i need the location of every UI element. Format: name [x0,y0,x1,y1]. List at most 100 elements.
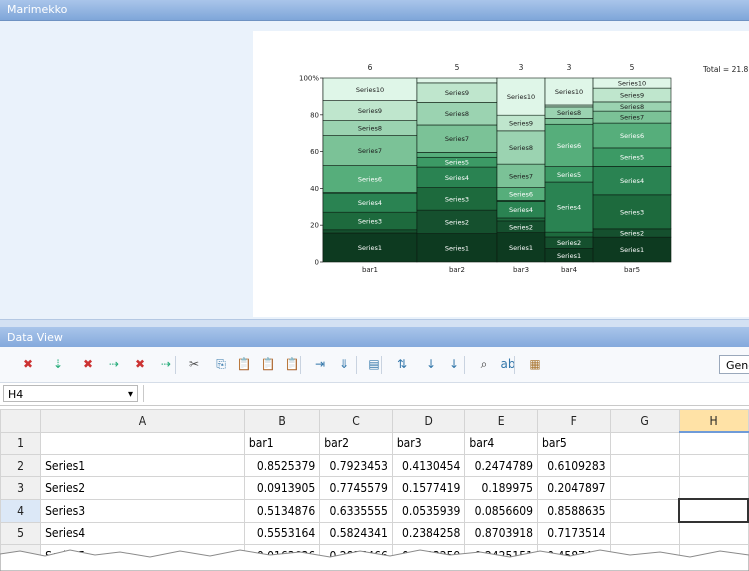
paste-icon[interactable]: 📋 [236,356,252,372]
grid-cell[interactable] [40,431,245,455]
grid-cell[interactable]: 0.5553164 [243,521,321,545]
grid-cell[interactable]: bar4 [464,431,538,455]
delete-cells-icon[interactable]: ✖ [132,356,148,372]
marimekko-segment[interactable] [544,118,594,125]
grid-cell[interactable]: 0.7923453 [319,454,393,477]
grid-cell[interactable]: 0.6335555 [319,498,393,523]
grid-cell[interactable] [678,431,749,455]
paste-values-icon[interactable]: 📋 [284,356,300,372]
grid-cell[interactable]: Series1 [40,454,245,477]
grid-cell[interactable]: 0.2047897 [536,476,611,500]
grid-cell[interactable]: 0.2474789 [464,454,538,477]
row-header[interactable]: 3 [0,476,42,500]
row-header[interactable]: 5 [0,521,42,545]
segment-label: Series10 [618,80,646,88]
grid-cell[interactable]: 0.0913905 [243,476,321,500]
grid-cell[interactable]: 0.8525379 [243,454,321,477]
grid-cell[interactable]: 0.8703918 [464,521,538,545]
grid-cell[interactable] [609,476,680,500]
marimekko-segment[interactable] [322,229,418,234]
grid-cell[interactable] [678,454,749,477]
bar-count-label: 3 [519,63,524,72]
grid-cell[interactable]: 0.7745579 [319,476,393,500]
paste-special-icon[interactable]: 📋 [260,356,276,372]
column-header-D[interactable]: D [391,409,466,433]
import-icon[interactable]: ⇥ [312,356,328,372]
segment-label: Series8 [557,109,581,117]
grid-cell[interactable]: 0.0856609 [464,498,538,523]
insert-cells-icon[interactable]: ⇢ [158,356,174,372]
copy-icon[interactable]: ⎘ [213,356,229,372]
grid-cell[interactable] [678,476,749,500]
grid-cell[interactable]: bar1 [243,431,321,455]
marimekko-segment[interactable] [544,231,594,238]
grid-cell[interactable]: 0.6109283 [536,454,611,477]
grid-cell[interactable] [609,521,680,545]
insert-columns-icon[interactable]: ⇢ [106,356,122,372]
grid-cell[interactable] [609,454,680,477]
grid-cell[interactable] [609,498,680,523]
segment-label: Series1 [509,244,533,252]
bar-count-label: 3 [567,63,572,72]
delete-rows-icon[interactable]: ✖ [20,356,36,372]
grid-cell[interactable]: 0.189975 [464,476,538,500]
grid-cell[interactable]: 0.1577419 [391,476,466,500]
find-icon[interactable]: ⌕ [476,356,492,372]
segment-label: Series5 [445,159,469,167]
column-header-B[interactable]: B [243,409,321,433]
data-grid: A B C D E F G H 1 bar1 bar2 bar3 bar4 bar5 2 Series1 0.8… [0,409,749,571]
bar-count-label: 6 [368,63,373,72]
grid-cell[interactable]: bar5 [536,431,611,455]
grid-cell[interactable]: bar2 [319,431,393,455]
chart-canvas: 0 20 40 60 80 100% Series1 Series3 Series4 Series… [253,31,749,317]
column-header-C[interactable]: C [319,409,393,433]
export-icon[interactable]: ⇓ [336,356,352,372]
segment-label: Series8 [445,110,469,118]
column-header-A[interactable]: A [40,409,245,433]
sort-descending-icon[interactable]: ↓ [446,356,462,372]
segment-label: Series8 [358,125,382,133]
grid-cell[interactable]: 0.7173514 [536,521,611,545]
transpose-icon[interactable]: ⇅ [394,356,410,372]
grid-cell[interactable] [678,521,749,545]
grid-cell[interactable]: Series4 [40,521,245,545]
grid-cell[interactable]: bar3 [391,431,466,455]
grid-cell[interactable]: 0.5134876 [243,498,321,523]
marimekko-segment[interactable] [416,77,498,84]
grid-cell[interactable] [678,498,749,523]
insert-rows-icon[interactable]: ⇣ [50,356,66,372]
x-axis-category-label: bar2 [449,266,465,274]
format-icon[interactable]: ▦ [527,356,543,372]
grid-corner[interactable] [0,409,42,433]
cell-reference-value: H4 [8,388,24,401]
chevron-down-icon[interactable]: ▾ [128,386,133,403]
grid-cell[interactable] [609,431,680,455]
grid-cell[interactable]: Series3 [40,498,245,523]
grid-cell[interactable]: 0.4130454 [391,454,466,477]
format-box[interactable]: Gene [719,355,749,374]
grid-cell[interactable]: 0.0535939 [391,498,466,523]
segment-label: Series4 [358,199,382,207]
properties-icon[interactable]: ▤ [366,356,382,372]
row-header[interactable]: 2 [0,454,42,477]
grid-cell[interactable]: Series2 [40,476,245,500]
formula-bar: H4 ▾ [0,383,749,406]
segment-label: Series2 [557,239,581,247]
cell-reference-box[interactable]: H4 ▾ [3,385,138,402]
marimekko-segment[interactable] [416,152,498,158]
cut-icon[interactable]: ✂ [186,356,202,372]
row-header[interactable]: 4 [0,498,42,523]
grid-cell[interactable]: 0.2384258 [391,521,466,545]
column-header-F[interactable]: F [536,409,611,433]
row-header[interactable]: 1 [0,431,42,455]
delete-columns-icon[interactable]: ✖ [80,356,96,372]
grid-cell[interactable]: 0.8588635 [536,498,611,523]
column-header-H[interactable]: H [678,409,749,433]
grid-cell[interactable]: 0.5824341 [319,521,393,545]
formula-separator [143,385,144,402]
column-header-G[interactable]: G [609,409,680,433]
sort-ascending-icon[interactable]: ↓ [423,356,439,372]
marimekko-segment[interactable] [496,217,546,222]
formula-input[interactable] [146,385,746,402]
column-header-E[interactable]: E [464,409,538,433]
